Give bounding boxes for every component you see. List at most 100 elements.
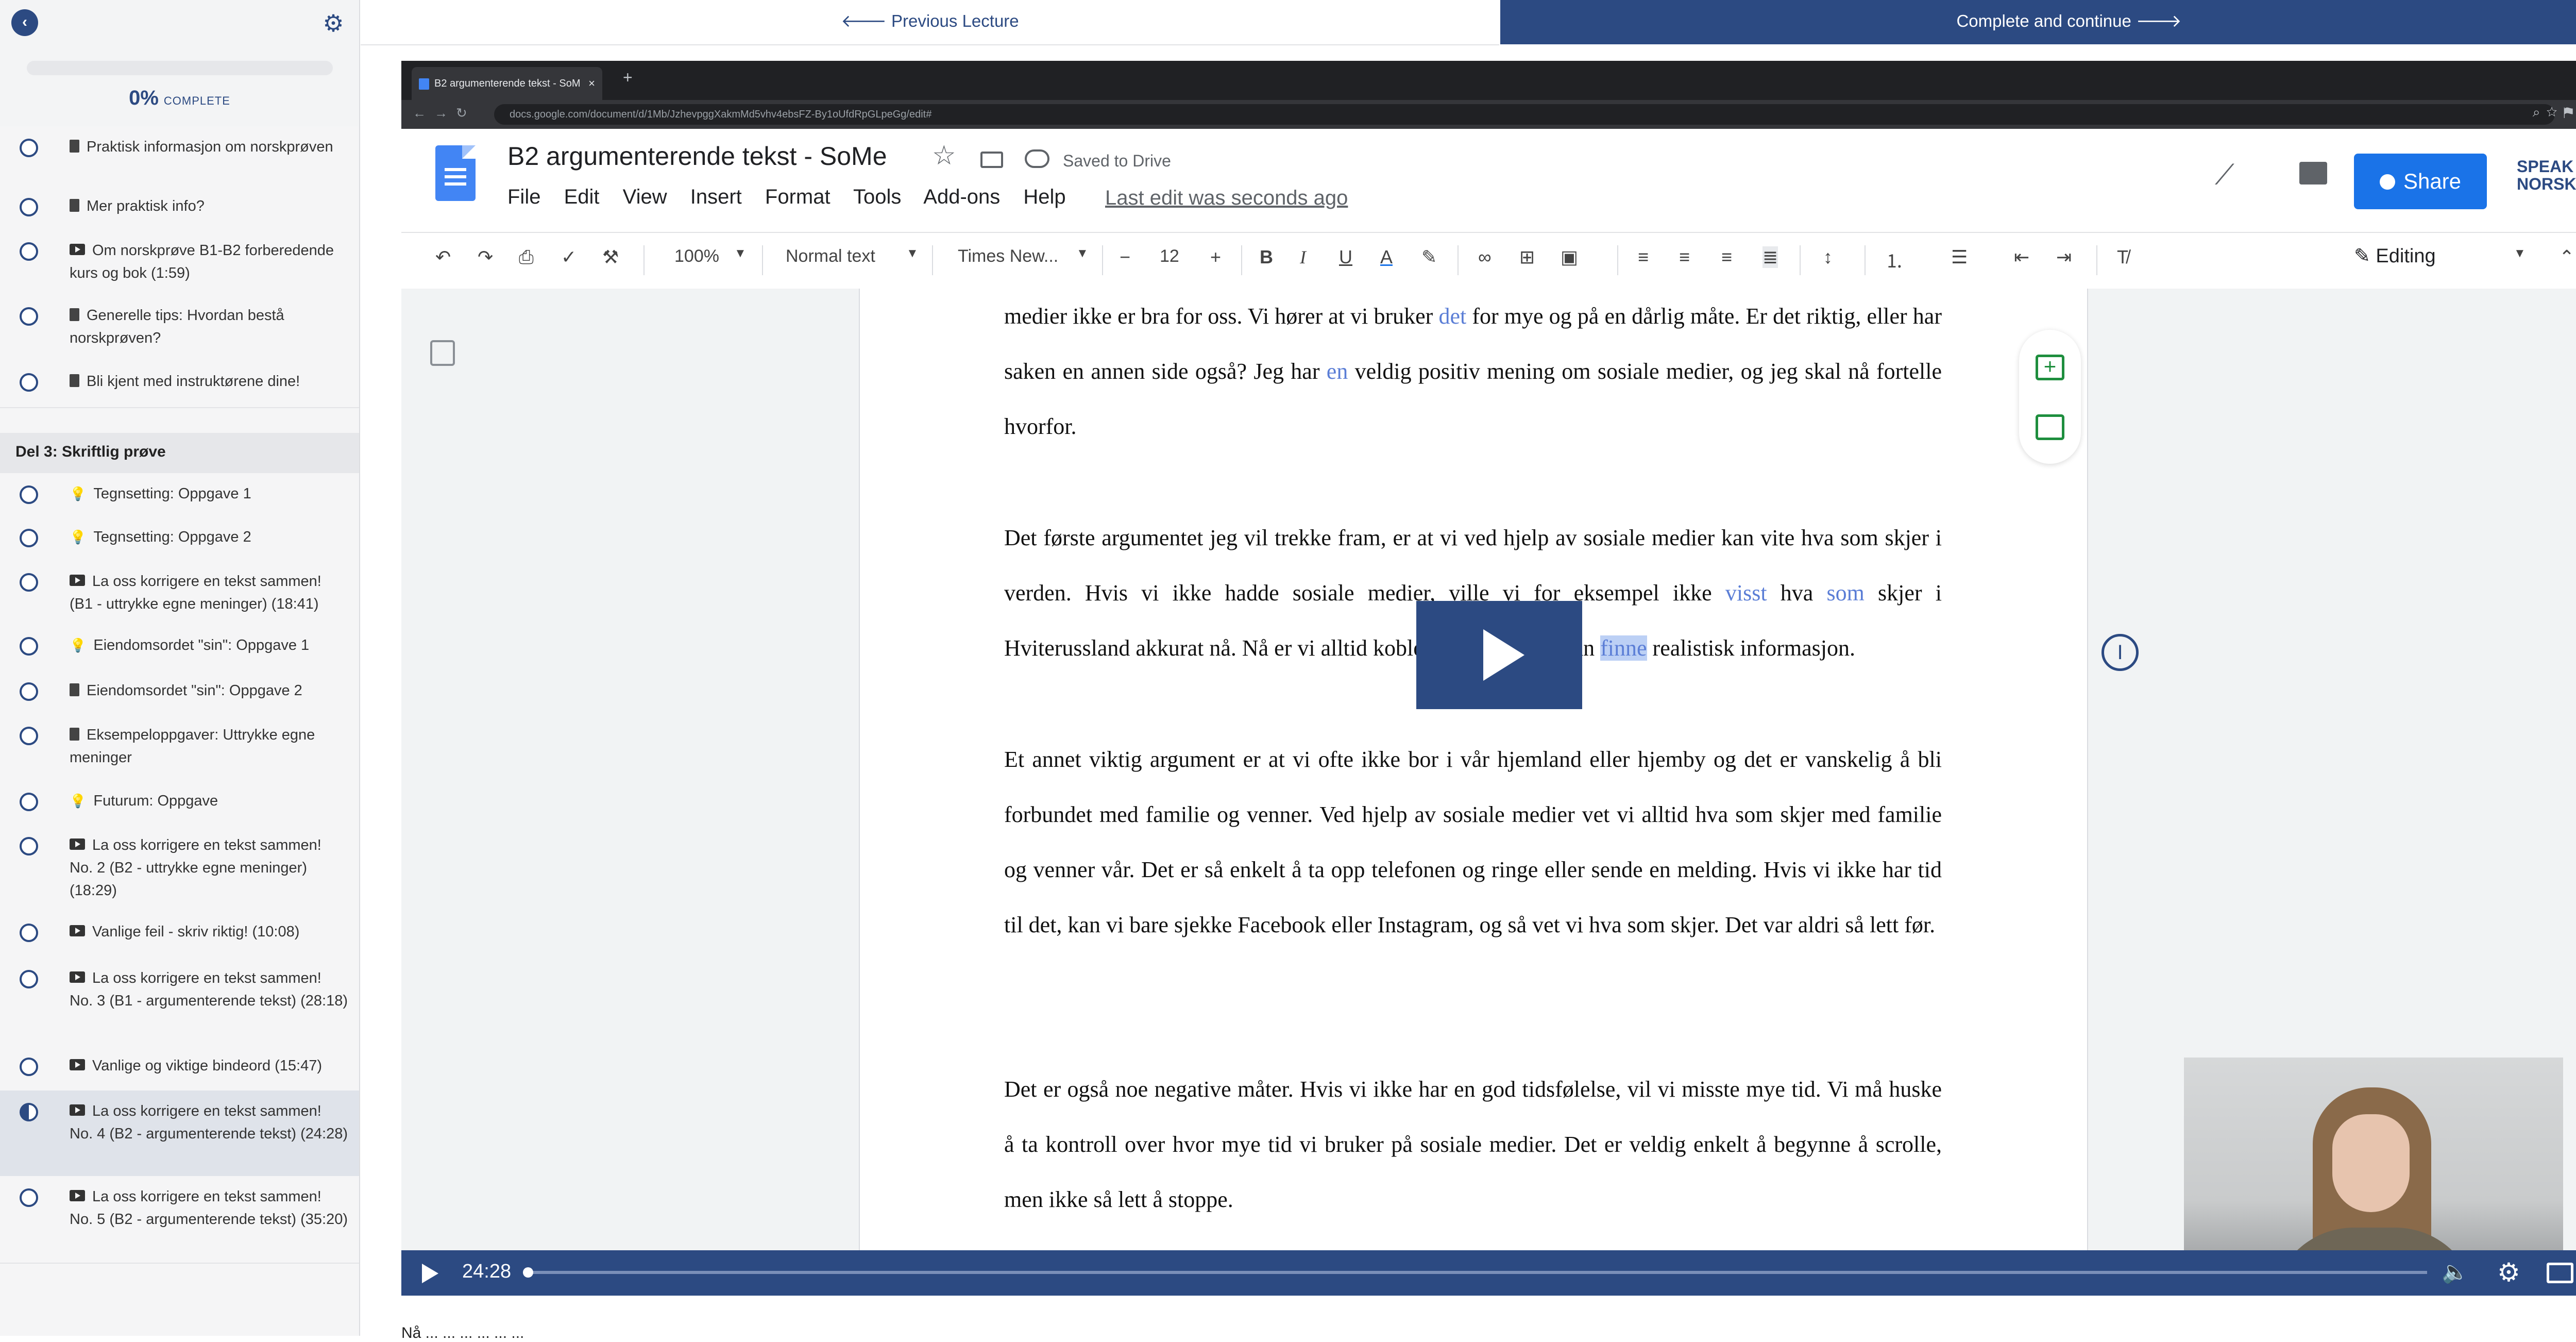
style-select: Normal text	[786, 246, 875, 266]
lesson-item[interactable]: Praktisk informasjon om norskprøven	[0, 126, 359, 187]
in-progress-status-icon	[20, 1103, 38, 1121]
print-icon: ⎙	[519, 246, 534, 267]
activity-trend-icon: ⟋	[2215, 159, 2234, 190]
document-icon	[70, 140, 79, 153]
lesson-title: La oss korrigere en tekst sammen! No. 4 …	[70, 1103, 348, 1142]
fullscreen-icon[interactable]	[2547, 1263, 2573, 1283]
lesson-title: La oss korrigere en tekst sammen! No. 3 …	[70, 970, 348, 1009]
lesson-item[interactable]: 💡 Tegnsetting: Oppgave 2	[0, 516, 359, 562]
incomplete-status-icon	[20, 682, 38, 701]
incomplete-status-icon	[20, 139, 38, 157]
lesson-item[interactable]: Om norskprøve B1-B2 forberedende kurs og…	[0, 230, 359, 296]
person-icon	[2379, 174, 2395, 190]
underline-icon: U	[1339, 246, 1352, 267]
previous-lecture-button[interactable]: 🡐 Previous Lecture	[361, 0, 1499, 45]
lesson-title: Mer praktisk info?	[70, 195, 349, 217]
lightbulb-icon: 💡	[70, 529, 87, 545]
volume-icon[interactable]: 🔈	[2442, 1260, 2468, 1285]
progress-percent: 0%	[129, 87, 159, 109]
course-progress-bar	[27, 61, 333, 75]
video-seek-bar[interactable]	[525, 1271, 2427, 1274]
incomplete-status-icon	[20, 727, 38, 745]
logo-line-2: NORSK	[2517, 175, 2576, 193]
incomplete-status-icon	[20, 573, 38, 592]
numbered-list-icon: ⒈	[1885, 250, 1904, 272]
editing-mode-label: Editing	[2376, 245, 2436, 267]
new-tab-icon: +	[623, 68, 633, 87]
docs-toolbar: ↶ ↷ ⎙ ✓ ⚒ 100% ▼ Normal text ▼ Times New…	[401, 232, 2576, 290]
document-title: B2 argumenterende tekst - SoMe	[507, 142, 887, 171]
lesson-item[interactable]: Vanlige og viktige bindeord (15:47)	[0, 1045, 359, 1092]
incomplete-status-icon	[20, 373, 38, 392]
progress-label: COMPLETE	[163, 94, 230, 107]
lesson-item[interactable]: La oss korrigere en tekst sammen! No. 5 …	[0, 1176, 359, 1264]
lesson-title: Vanlige og viktige bindeord (15:47)	[70, 1054, 349, 1077]
complete-and-continue-button[interactable]: Complete and continue 🡒	[1500, 0, 2576, 44]
lesson-item[interactable]: Bli kjent med instruktørene dine!	[0, 361, 359, 408]
video-settings-gear-icon[interactable]: ⚙	[2497, 1257, 2520, 1287]
section-title: Del 3: Skriftlig prøve	[15, 443, 166, 460]
bulleted-list-icon: ☰	[1951, 246, 1968, 267]
menu-view: View	[622, 186, 667, 208]
italic-icon: I	[1300, 247, 1306, 267]
lesson-title: Eiendomsordet "sin": Oppgave 2	[70, 679, 349, 702]
back-to-course-button[interactable]: ‹	[11, 9, 38, 36]
lesson-item[interactable]: Mer praktisk info?	[0, 186, 359, 231]
undo-icon: ↶	[435, 246, 451, 267]
incomplete-status-icon	[20, 485, 38, 504]
lesson-title: 💡 Tegnsetting: Oppgave 1	[70, 482, 349, 505]
lesson-item[interactable]: La oss korrigere en tekst sammen! No. 4 …	[0, 1091, 359, 1177]
incomplete-status-icon	[20, 970, 38, 988]
lesson-title: 💡 Futurum: Oppgave	[70, 790, 349, 812]
spellcheck-icon: ✓	[561, 246, 577, 267]
lesson-item[interactable]: Eksempeloppgaver: Uttrykke egne meninger	[0, 714, 359, 781]
justify-icon: ≣	[1762, 246, 1778, 268]
lesson-item[interactable]: La oss korrigere en tekst sammen! (B1 - …	[0, 561, 359, 626]
lecture-video-player[interactable]: B2 argumenterende tekst - SoM × + ←→↻ do…	[401, 61, 2576, 1296]
lightbulb-icon: 💡	[70, 486, 87, 501]
lesson-title: 💡 Eiendomsordet "sin": Oppgave 1	[70, 634, 349, 657]
course-sidebar: ‹ ⚙ 0% COMPLETE Praktisk informasjon om n…	[0, 0, 360, 1336]
move-folder-icon	[980, 152, 1003, 168]
lesson-item[interactable]: 💡 Eiendomsordet "sin": Oppgave 1	[0, 625, 359, 671]
lesson-item[interactable]: Eiendomsordet "sin": Oppgave 2	[0, 670, 359, 715]
play-icon[interactable]	[422, 1264, 438, 1283]
section-header: Del 3: Skriftlig prøve	[0, 433, 359, 474]
document-icon	[70, 199, 79, 212]
lesson-title: La oss korrigere en tekst sammen! No. 5 …	[70, 1188, 348, 1228]
menu-help: Help	[1023, 186, 1066, 208]
chevron-down-icon: ▼	[1076, 246, 1089, 260]
incomplete-status-icon	[20, 637, 38, 656]
font-size-field: 12	[1160, 246, 1179, 266]
video-seek-handle[interactable]	[523, 1267, 533, 1278]
settings-gear-icon[interactable]: ⚙	[320, 10, 346, 36]
text-color-icon: A	[1380, 246, 1393, 267]
video-icon	[70, 838, 85, 850]
lesson-item[interactable]: La oss korrigere en tekst sammen! No. 2 …	[0, 825, 359, 912]
incomplete-status-icon	[20, 924, 38, 942]
browser-url: docs.google.com/document/d/1Mb/JzhevpggX…	[494, 104, 2555, 125]
lesson-item[interactable]: 💡 Futurum: Oppgave	[0, 780, 359, 826]
lesson-item[interactable]: La oss korrigere en tekst sammen! No. 3 …	[0, 958, 359, 1046]
lesson-title: Eksempeloppgaver: Uttrykke egne meninger	[70, 727, 315, 766]
document-outline-icon	[430, 340, 455, 366]
tab-close-icon: ×	[588, 77, 595, 90]
lesson-item[interactable]: Generelle tips: Hvordan bestå norskprøve…	[0, 295, 359, 362]
lesson-item[interactable]: Vanlige feil - skriv riktig! (10:08)	[0, 911, 359, 959]
clear-formatting-icon: T̸	[2117, 246, 2128, 267]
paragraph-3: Et annet viktig argument er at vi ofte i…	[1004, 747, 1942, 937]
decrease-indent-icon: ⇤	[2014, 246, 2030, 267]
suggest-edit-icon	[2036, 414, 2064, 440]
logo-line-1: SPEAK	[2517, 157, 2574, 176]
sidebar-header: ‹ ⚙ 0% COMPLETE	[0, 0, 359, 127]
browser-extension-icons: ⌕☆⚑⋮	[2532, 104, 2576, 120]
highlight-icon: ✎	[1421, 246, 1437, 267]
cloud-saved-icon	[1025, 149, 1049, 168]
lesson-title: La oss korrigere en tekst sammen! No. 2 …	[70, 837, 321, 899]
lesson-item[interactable]: 💡 Tegnsetting: Oppgave 1	[0, 473, 359, 517]
align-right-icon: ≡	[1721, 246, 1733, 267]
menu-tools: Tools	[853, 186, 902, 208]
big-play-button[interactable]	[1416, 601, 1582, 709]
insert-image-icon: ▣	[1561, 246, 1579, 267]
share-button: Share	[2354, 154, 2487, 209]
